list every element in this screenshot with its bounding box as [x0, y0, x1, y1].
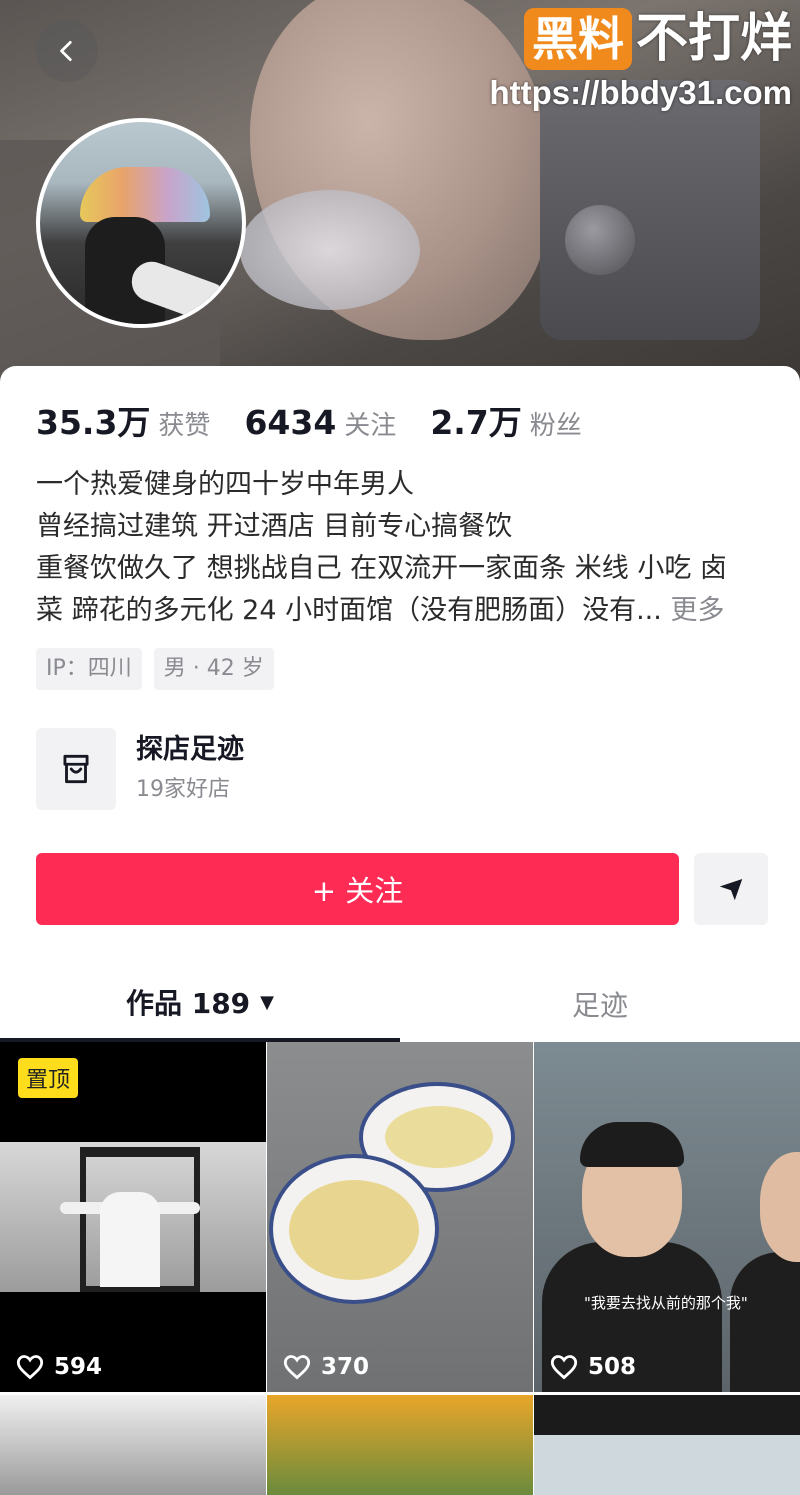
gender-age-tag: 男 · 42 岁 [153, 648, 274, 690]
video-caption: "我要去找从前的那个我" [584, 1294, 748, 1312]
video-thumbnail[interactable]: 置顶 594 [0, 1042, 266, 1392]
chevron-left-icon [60, 40, 72, 62]
stat-following[interactable]: 6434 关注 [244, 403, 396, 442]
stat-value: 2.7万 [430, 403, 522, 442]
shop-footprint-entry[interactable]: 探店足迹 19家好店 [36, 728, 244, 810]
shop-subtitle: 19家好店 [136, 777, 230, 802]
avatar-image-detail [80, 167, 210, 222]
cover-image-detail [540, 80, 760, 340]
video-thumbnail[interactable] [534, 1395, 800, 1495]
video-likes: 594 [16, 1354, 102, 1380]
bio-line: 曾经搞过建筑 开过酒店 目前专心搞餐饮 [36, 511, 513, 542]
thumbnail-art [100, 1192, 160, 1287]
pinned-badge: 置顶 [18, 1058, 79, 1098]
tab-works-label: 作品 189 [125, 987, 251, 1020]
caret-down-icon: ▼ [260, 991, 275, 1013]
heart-outline-icon [550, 1355, 578, 1380]
stat-followers[interactable]: 2.7万 粉丝 [430, 396, 581, 444]
bio-line: 重餐饮做久了 想挑战自己 在双流开一家面条 米线 小吃 卤 [36, 553, 727, 584]
profile-bio: 一个热爱健身的四十岁中年男人 曾经搞过建筑 开过酒店 目前专心搞餐饮 重餐饮做久… [36, 464, 776, 632]
profile-stats: 35.3万 获赞 6434 关注 2.7万 粉丝 [36, 396, 616, 444]
shop-icon-box [36, 728, 116, 810]
stat-label: 粉丝 [529, 411, 582, 441]
stat-label: 获赞 [158, 411, 211, 441]
thumbnail-art [760, 1152, 800, 1262]
share-button[interactable] [694, 853, 768, 925]
watermark-text: 不打烊 [635, 9, 792, 69]
watermark-url: https://bbdy31.com [489, 74, 792, 111]
profile-tags: IP：四川 男 · 42 岁 [36, 648, 274, 690]
stat-likes: 35.3万 获赞 [36, 396, 210, 444]
thumbnail-art [580, 1122, 684, 1167]
likes-count: 508 [588, 1354, 637, 1380]
video-grid: 置顶 594 370 "我要去找从前的那个我" 508 [0, 1042, 800, 1495]
video-thumbnail[interactable]: 370 [267, 1042, 533, 1392]
stat-value: 35.3万 [36, 403, 151, 442]
tab-footprint-label: 足迹 [571, 989, 628, 1022]
follow-button[interactable]: + 关注 [36, 853, 679, 925]
likes-count: 370 [321, 1354, 370, 1380]
shop-title: 探店足迹 [136, 734, 244, 765]
video-likes: 508 [550, 1354, 636, 1380]
avatar[interactable] [36, 118, 246, 328]
back-button[interactable] [36, 20, 98, 82]
cover-image-detail [240, 190, 420, 310]
tab-footprint[interactable]: 足迹 [400, 966, 800, 1042]
thumbnail-art [385, 1106, 493, 1168]
content-tabs: 作品 189 ▼ 足迹 [0, 966, 800, 1042]
likes-count: 594 [54, 1354, 103, 1380]
thumbnail-art [289, 1180, 419, 1280]
ip-tag: IP：四川 [36, 648, 142, 690]
video-thumbnail[interactable] [267, 1395, 533, 1495]
bio-line: 菜 蹄花的多元化 24 小时面馆（没有肥肠面）没有... [36, 595, 662, 626]
video-likes: 370 [283, 1354, 369, 1380]
stat-label: 关注 [344, 411, 397, 441]
watermark-badge: 黑料 [523, 8, 632, 70]
video-thumbnail[interactable] [0, 1395, 266, 1495]
stat-value: 6434 [244, 403, 337, 442]
tab-works[interactable]: 作品 189 ▼ [0, 966, 400, 1042]
watermark: 黑料 不打烊 https://bbdy31.com [489, 8, 792, 112]
bio-more-link[interactable]: 更多 [670, 595, 724, 626]
thumbnail-art [730, 1252, 800, 1392]
video-thumbnail[interactable]: "我要去找从前的那个我" 508 [534, 1042, 800, 1392]
bio-line-last: 菜 蹄花的多元化 24 小时面馆（没有肥肠面）没有... 更多 [36, 590, 776, 632]
heart-outline-icon [283, 1355, 311, 1380]
heart-outline-icon [16, 1355, 44, 1380]
cover-image-detail [565, 205, 635, 275]
bio-line: 一个热爱健身的四十岁中年男人 [36, 469, 414, 500]
send-arrow-icon [719, 879, 743, 901]
store-icon [63, 754, 89, 784]
